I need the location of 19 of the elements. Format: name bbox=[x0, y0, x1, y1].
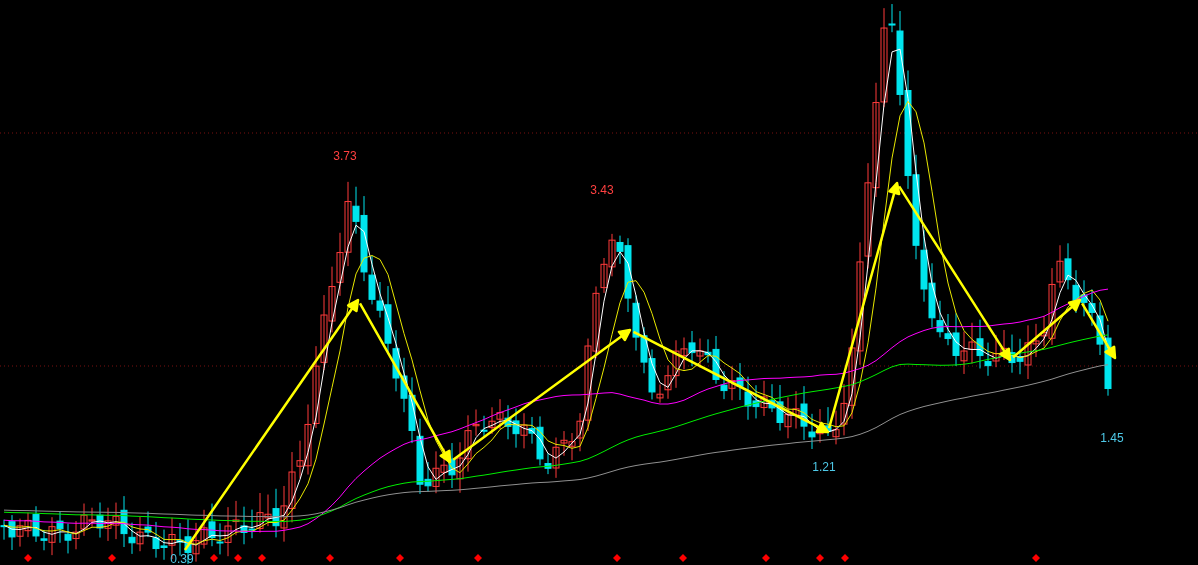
price-label: 0.39 bbox=[170, 552, 194, 565]
diamond-marker-icon bbox=[474, 554, 482, 562]
diamond-marker-icon bbox=[841, 554, 849, 562]
diamond-marker-icon bbox=[613, 554, 621, 562]
diamond-marker-icon bbox=[24, 554, 32, 562]
diamond-marker-icon bbox=[326, 554, 334, 562]
diamond-marker-icon bbox=[210, 554, 218, 562]
diamond-marker-icon bbox=[816, 554, 824, 562]
diamond-marker-icon bbox=[1032, 554, 1040, 562]
diamond-marker-icon bbox=[396, 554, 404, 562]
price-label: 3.73 bbox=[333, 149, 357, 163]
price-label: 1.21 bbox=[812, 460, 836, 474]
price-label: 1.45 bbox=[1100, 431, 1124, 445]
diamond-marker-icon bbox=[234, 554, 242, 562]
diamond-marker-icon bbox=[679, 554, 687, 562]
diamond-marker-icon bbox=[762, 554, 770, 562]
price-label: 3.43 bbox=[590, 183, 614, 197]
diamond-marker-icon bbox=[258, 554, 266, 562]
diamond-marker-icon bbox=[108, 554, 116, 562]
